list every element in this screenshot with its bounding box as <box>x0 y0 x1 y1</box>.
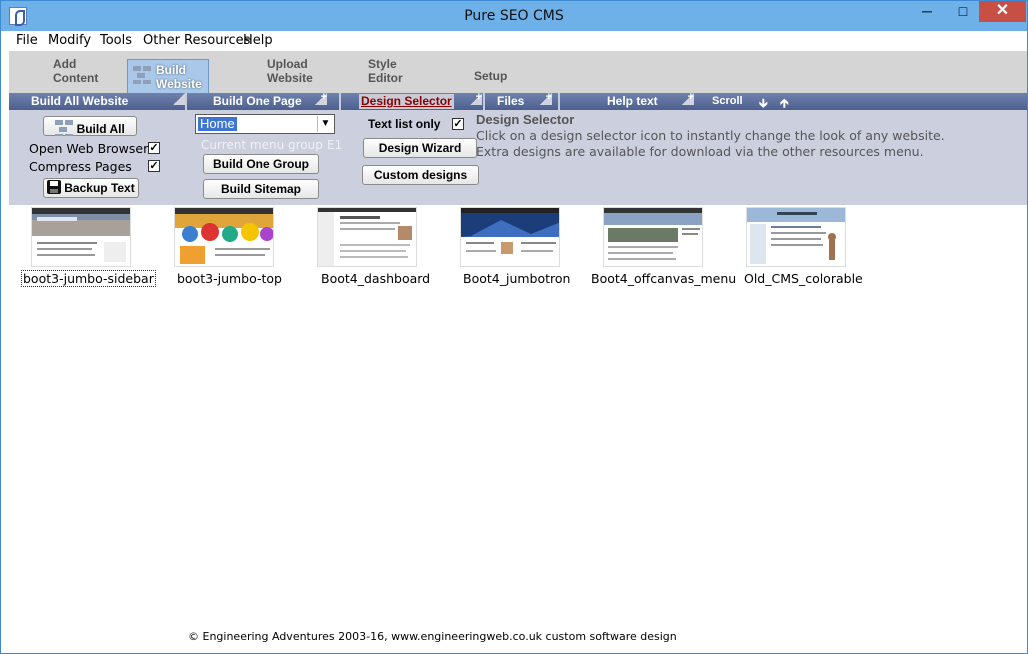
info-line-2: Extra designs are available for download… <box>476 144 924 159</box>
design-thumbnail[interactable] <box>31 207 131 267</box>
text-list-only-checkbox[interactable]: ✓ <box>452 118 464 130</box>
app-window: Pure SEO CMS ─ □ ✕ File Modify Tools Oth… <box>0 0 1028 654</box>
main-tab-strip: Add Content Build Website Upload Website… <box>9 51 1027 94</box>
thumbnail-preview <box>32 208 130 262</box>
expand-plus-icon[interactable]: + <box>470 92 482 105</box>
divider <box>483 93 485 110</box>
scroll-label: Scroll <box>712 95 743 107</box>
menu-bar: File Modify Tools Other Resources Help <box>1 31 1027 51</box>
build-sitemap-button[interactable]: Build Sitemap <box>203 179 319 199</box>
window-title: Pure SEO CMS <box>464 8 564 24</box>
tab-line: Setup <box>474 69 508 83</box>
compress-pages-checkbox[interactable]: ✓ <box>148 160 160 172</box>
title-bar: Pure SEO CMS ─ □ ✕ <box>1 1 1027 31</box>
design-thumbnail[interactable] <box>460 207 560 267</box>
button-label: Backup Text <box>64 181 135 195</box>
expand-plus-icon[interactable]: + <box>540 92 552 105</box>
expand-plus-icon[interactable]: + <box>682 92 694 105</box>
divider <box>558 93 560 110</box>
maximize-button[interactable]: □ <box>949 1 977 22</box>
menu-modify[interactable]: Modify <box>48 33 91 48</box>
design-label[interactable]: Boot4_offcanvas_menu <box>591 271 736 286</box>
current-menu-group-label: Current menu group <box>201 138 323 152</box>
save-icon <box>47 180 62 194</box>
chevron-down-icon[interactable]: ▼ <box>317 116 333 132</box>
subnav-files[interactable]: Files <box>497 94 524 109</box>
subnav-design-selector[interactable]: Design Selector <box>359 94 454 109</box>
menu-other-resources[interactable]: Other Resources <box>143 33 250 48</box>
tab-line: Editor <box>368 71 403 85</box>
thumbnail-preview <box>747 208 845 264</box>
tab-corner <box>173 93 185 105</box>
bricks-icon <box>133 66 151 84</box>
build-one-group-button[interactable]: Build One Group <box>203 154 319 174</box>
page-select[interactable]: Home ▼ <box>195 114 335 134</box>
tab-line: Add <box>53 57 77 71</box>
footer-copyright: © Engineering Adventures 2003-16, www.en… <box>188 630 677 643</box>
thumbnail-preview <box>604 208 702 260</box>
backup-text-button[interactable]: Backup Text <box>43 178 139 198</box>
tab-style-editor[interactable]: Style Editor <box>368 57 403 85</box>
info-line-1: Click on a design selector icon to insta… <box>476 128 945 143</box>
design-thumbnail[interactable] <box>746 207 846 267</box>
tab-line: Website <box>156 77 202 91</box>
tab-line: Style <box>368 57 397 71</box>
open-browser-checkbox[interactable]: ✓ <box>148 142 160 154</box>
thumbnail-preview <box>461 208 559 254</box>
thumbnail-preview <box>318 208 416 266</box>
tab-line: Upload <box>267 57 308 71</box>
bricks-icon <box>55 120 74 136</box>
divider <box>185 93 187 110</box>
design-thumbnail[interactable] <box>317 207 417 267</box>
menu-file[interactable]: File <box>16 33 38 48</box>
button-label: Build All <box>76 122 125 136</box>
sub-nav-bar: Build All Website Build One Page + Desig… <box>9 92 1027 110</box>
design-wizard-button[interactable]: Design Wizard <box>363 138 477 158</box>
tab-upload-website[interactable]: Upload Website <box>267 57 313 85</box>
subnav-help-text[interactable]: Help text <box>607 94 658 109</box>
menu-tools[interactable]: Tools <box>100 33 132 48</box>
design-label[interactable]: Boot4_dashboard <box>321 271 430 286</box>
design-label[interactable]: Boot4_jumbotron <box>463 271 570 286</box>
close-button[interactable]: ✕ <box>979 1 1026 22</box>
tab-add-content[interactable]: Add Content <box>53 57 98 85</box>
design-thumbnail[interactable] <box>174 207 274 267</box>
tab-line: Build <box>156 63 186 77</box>
thumbnail-preview <box>175 208 273 264</box>
divider <box>339 93 341 110</box>
text-list-only-label: Text list only <box>368 117 441 131</box>
subnav-build-all-website[interactable]: Build All Website <box>31 94 128 109</box>
tab-line: Website <box>267 71 313 85</box>
design-thumbnail[interactable] <box>603 207 703 267</box>
tab-setup[interactable]: Setup <box>474 69 507 83</box>
compress-pages-label: Compress Pages <box>29 159 132 174</box>
subnav-build-one-page[interactable]: Build One Page <box>213 94 302 109</box>
custom-designs-button[interactable]: Custom designs <box>362 165 479 185</box>
info-title: Design Selector <box>476 112 575 127</box>
page-select-value: Home <box>198 116 237 131</box>
minimize-button[interactable]: ─ <box>913 1 941 22</box>
design-label[interactable]: Old_CMS_colorable <box>744 271 863 286</box>
expand-plus-icon[interactable]: + <box>315 92 327 105</box>
open-browser-label: Open Web Browser <box>29 141 149 156</box>
menu-group-code: E1 <box>327 138 343 152</box>
tab-line: Content <box>53 71 99 85</box>
design-selector-panel: Build All Open Web Browser ✓ Compress Pa… <box>9 110 1027 205</box>
design-label[interactable]: boot3-jumbo-sidebar <box>21 270 156 287</box>
menu-help[interactable]: Help <box>243 33 273 48</box>
build-all-button[interactable]: Build All <box>43 116 137 136</box>
tab-build-website[interactable]: Build Website <box>127 59 209 94</box>
design-label[interactable]: boot3-jumbo-top <box>177 271 282 286</box>
